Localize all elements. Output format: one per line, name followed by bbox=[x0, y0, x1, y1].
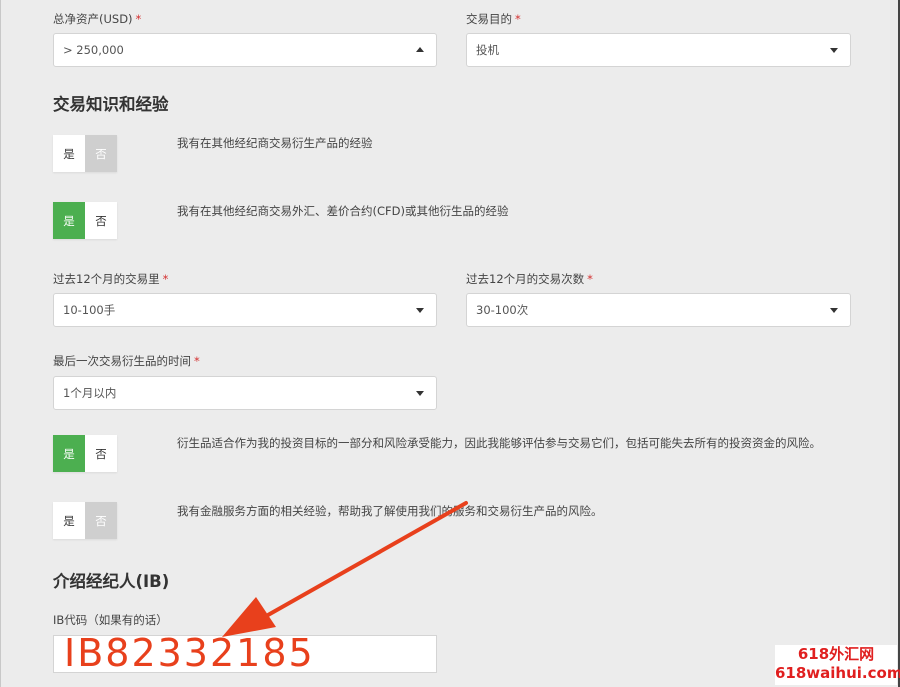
annotation-arrow bbox=[222, 501, 468, 637]
annotation-arrow-head bbox=[222, 597, 276, 637]
watermark-line2: 618waihui.com bbox=[775, 664, 900, 682]
annotation-arrow-shaft bbox=[266, 501, 468, 617]
watermark-line1: 618外汇网 bbox=[797, 645, 875, 663]
watermark-logo: 618外汇网 618waihui.com bbox=[775, 645, 900, 685]
